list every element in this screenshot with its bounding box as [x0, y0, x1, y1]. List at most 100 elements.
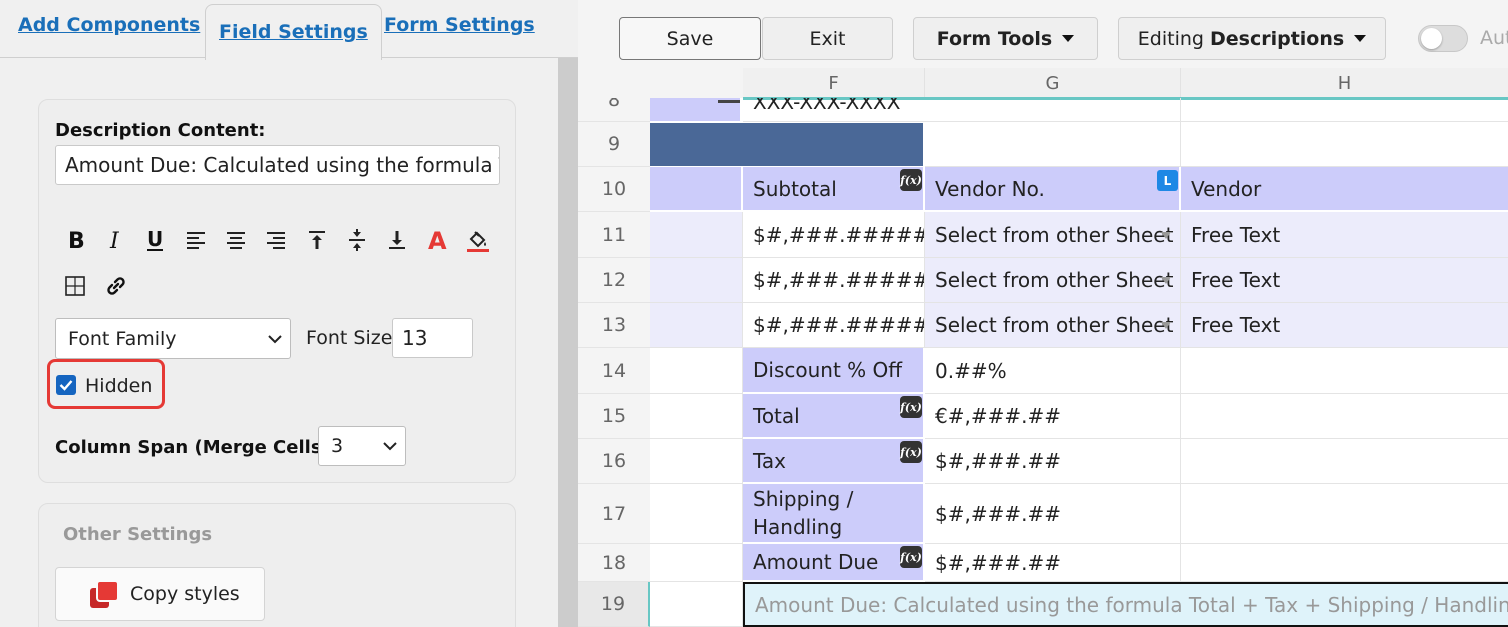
description-content-input[interactable]: Amount Due: Calculated using the formula…	[55, 145, 500, 185]
cell-text: $#,###.#####	[753, 268, 925, 292]
grid-cell[interactable]: Free Text	[1181, 212, 1508, 258]
grid-cell[interactable]: Select from other Sheet	[925, 212, 1181, 258]
row-header-12[interactable]: 12	[578, 258, 650, 303]
grid-cell[interactable]: $#,###.#####	[743, 258, 925, 303]
align-right-icon[interactable]	[260, 224, 292, 256]
row-header-9[interactable]: 9	[578, 122, 650, 167]
grid-cell[interactable]	[650, 167, 743, 212]
grid-cell[interactable]: $#,###.#####	[743, 212, 925, 258]
row-header-10[interactable]: 10	[578, 167, 650, 212]
bold-icon[interactable]: B	[59, 224, 91, 256]
grid-cell[interactable]	[925, 122, 1181, 167]
fill-color-icon[interactable]	[462, 224, 494, 256]
row-header-19[interactable]: 19	[578, 582, 650, 627]
link-icon[interactable]	[100, 270, 132, 302]
grid-cell[interactable]	[1181, 394, 1508, 439]
grid-cell[interactable]	[650, 258, 743, 303]
row-header-16[interactable]: 16	[578, 439, 650, 484]
cell-text: $#,###.##	[935, 501, 1061, 526]
grid-cell[interactable]	[650, 544, 743, 582]
borders-icon[interactable]	[59, 270, 91, 302]
grid-cell[interactable]: Total	[743, 394, 925, 439]
formula-icon: f(x)	[900, 396, 922, 418]
align-left-icon[interactable]	[180, 224, 212, 256]
caret-down-icon	[1062, 34, 1075, 42]
column-span-select[interactable]: 3	[318, 426, 406, 466]
grid-cell[interactable]: 0.##%	[925, 348, 1181, 394]
dropdown-arrow-icon[interactable]	[1161, 322, 1171, 329]
grid-cell[interactable]	[650, 582, 743, 627]
font-family-select[interactable]: Font Family	[55, 318, 291, 359]
grid-cell[interactable]	[650, 439, 743, 484]
grid-cell[interactable]: Vendor No.	[925, 167, 1181, 212]
row-header-11[interactable]: 11	[578, 212, 650, 258]
row-header-13[interactable]: 13	[578, 303, 650, 348]
tab-add-components[interactable]: Add Components	[18, 14, 200, 36]
tab-field-settings[interactable]: Field Settings	[205, 4, 382, 60]
grid-cell[interactable]	[1181, 348, 1508, 394]
underline-icon[interactable]: U	[139, 224, 171, 256]
grid-cell[interactable]	[1181, 98, 1508, 122]
tab-form-settings[interactable]: Form Settings	[384, 14, 535, 36]
grid-cell[interactable]: Free Text	[1181, 258, 1508, 303]
exit-button[interactable]: Exit	[762, 17, 893, 60]
copy-styles-button[interactable]: Copy styles	[55, 567, 265, 621]
grid-cell[interactable]: Shipping / Handling	[743, 484, 925, 544]
row-header-18[interactable]: 18	[578, 544, 650, 582]
align-top-icon[interactable]	[301, 224, 333, 256]
dropdown-arrow-icon[interactable]	[1161, 277, 1171, 284]
grid-cell[interactable]	[650, 348, 743, 394]
grid-cell[interactable]	[650, 212, 743, 258]
auto-toggle[interactable]	[1418, 25, 1468, 52]
italic-icon[interactable]: I	[99, 224, 131, 256]
align-middle-icon[interactable]	[341, 224, 373, 256]
save-button[interactable]: Save	[619, 17, 761, 60]
grid-cell[interactable]: Subtotal	[743, 167, 925, 212]
grid-cell[interactable]: XXX-XXX-XXXX	[743, 98, 925, 122]
description-settings-panel: Description Content: Amount Due: Calcula…	[38, 99, 516, 483]
row-header-14[interactable]: 14	[578, 348, 650, 394]
grid-cell[interactable]	[1181, 439, 1508, 484]
grid-cell[interactable]: Select from other Sheet	[925, 303, 1181, 348]
align-bottom-icon[interactable]	[381, 224, 413, 256]
section-header-band[interactable]	[650, 123, 923, 166]
grid-cell[interactable]	[650, 484, 743, 544]
grid-cell[interactable]: Vendor	[1181, 167, 1508, 212]
grid-cell[interactable]	[925, 98, 1181, 122]
cell-text: Vendor No.	[935, 176, 1045, 201]
form-tools-button[interactable]: Form Tools	[913, 17, 1098, 60]
column-header-h[interactable]: H	[1181, 68, 1508, 98]
font-color-icon[interactable]: A	[422, 224, 454, 256]
grid-cell[interactable]: $#,###.##	[925, 439, 1181, 484]
grid-cell[interactable]	[1181, 122, 1508, 167]
editing-mode-button[interactable]: Editing Descriptions	[1118, 17, 1386, 60]
grid-cell[interactable]: Discount % Off	[743, 348, 925, 394]
grid-cell[interactable]: €#,###.##	[925, 394, 1181, 439]
font-size-input[interactable]: 13	[392, 318, 473, 358]
column-header-f[interactable]: F	[743, 68, 925, 98]
dropdown-arrow-icon[interactable]	[1161, 232, 1171, 239]
checkmark-icon	[59, 380, 73, 391]
grid-cell[interactable]: $#,###.##	[925, 544, 1181, 582]
description-cell-selected[interactable]: Amount Due: Calculated using the formula…	[743, 582, 1508, 627]
grid-cell[interactable]	[650, 303, 743, 348]
grid-cell[interactable]	[650, 394, 743, 439]
form-editor: Save Exit Form Tools Editing Description…	[578, 0, 1508, 627]
grid-cell[interactable]: Amount Due	[743, 544, 925, 582]
column-span-select-value: 3	[331, 435, 344, 457]
grid-cell[interactable]: $#,###.##	[925, 484, 1181, 544]
scrollbar[interactable]	[558, 58, 578, 627]
font-family-select-value: Font Family	[68, 327, 177, 350]
hidden-checkbox[interactable]	[56, 375, 76, 395]
row-header-15[interactable]: 15	[578, 394, 650, 439]
grid-cell[interactable]	[1181, 484, 1508, 544]
grid-cell[interactable]: $#,###.#####	[743, 303, 925, 348]
column-header-g[interactable]: G	[925, 68, 1181, 98]
align-center-icon[interactable]	[220, 224, 252, 256]
grid-cell[interactable]: Select from other Sheet	[925, 258, 1181, 303]
grid-cell[interactable]	[1181, 544, 1508, 582]
row-header-8[interactable]: 8	[578, 98, 650, 122]
grid-cell[interactable]: Free Text	[1181, 303, 1508, 348]
grid-cell[interactable]: Tax	[743, 439, 925, 484]
row-header-17[interactable]: 17	[578, 484, 650, 544]
